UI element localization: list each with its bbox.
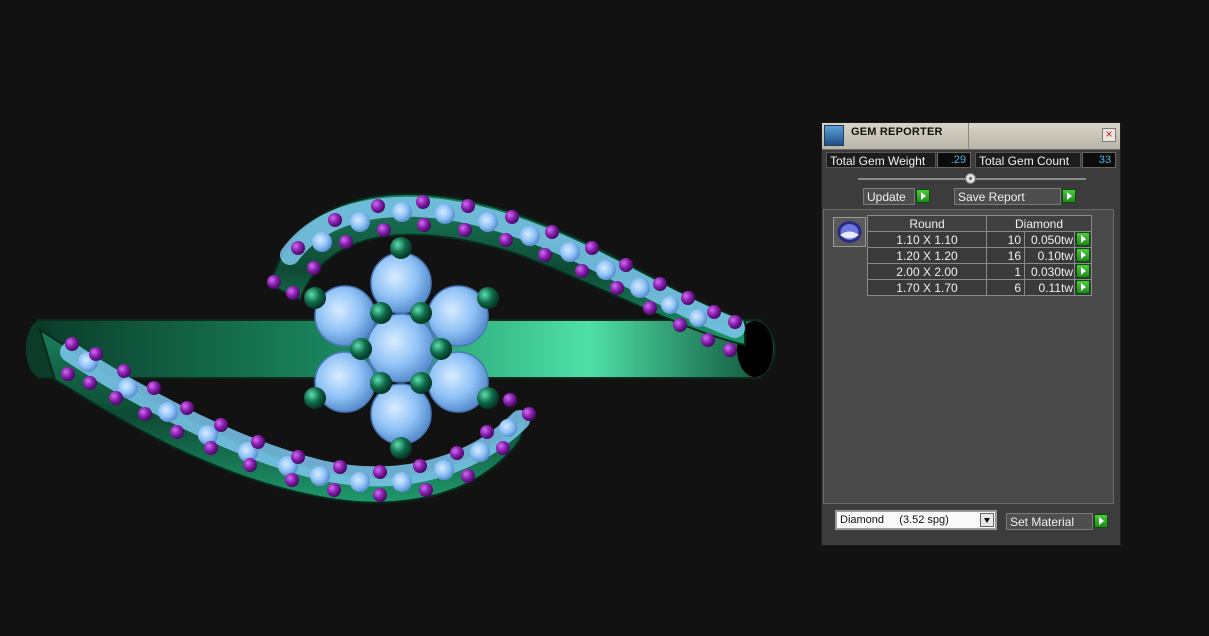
set-material-play-icon[interactable]: [1094, 514, 1108, 528]
total-gem-weight-label: Total Gem Weight: [826, 152, 936, 168]
total-gem-count-label: Total Gem Count: [975, 152, 1081, 168]
gem-list-area[interactable]: Round Diamond 1.10 X 1.10 10 0.050tw 1.2…: [823, 209, 1114, 504]
gem-reporter-icon: [824, 125, 844, 146]
table-row[interactable]: 1.20 X 1.20 16 0.10tw: [867, 247, 1092, 264]
set-material-button[interactable]: Set Material: [1006, 513, 1093, 530]
save-report-button[interactable]: Save Report: [954, 188, 1061, 205]
gem-weight-cell: 0.10tw: [1024, 247, 1075, 264]
row-play-icon[interactable]: [1076, 248, 1090, 262]
gem-weight-cell: 0.050tw: [1024, 231, 1075, 248]
gem-count-cell: 10: [986, 231, 1025, 248]
gem-size-cell: 1.20 X 1.20: [867, 247, 987, 264]
close-icon[interactable]: ×: [1102, 128, 1116, 142]
total-gem-count-value: 33: [1082, 152, 1116, 168]
row-play-icon[interactable]: [1076, 232, 1090, 246]
row-play-icon[interactable]: [1076, 280, 1090, 294]
table-header-row: Round Diamond: [867, 215, 1092, 232]
material-select[interactable]: Diamond (3.52 spg): [835, 510, 997, 530]
gem-table: Round Diamond 1.10 X 1.10 10 0.050tw 1.2…: [867, 215, 1092, 296]
gem-weight-cell: 0.030tw: [1024, 263, 1075, 280]
save-report-play-icon[interactable]: [1062, 189, 1076, 203]
gem-reporter-panel: GEM REPORTER × Total Gem Weight .29 Tota…: [821, 122, 1121, 546]
table-row[interactable]: 2.00 X 2.00 1 0.030tw: [867, 263, 1092, 280]
row-play-icon[interactable]: [1076, 264, 1090, 278]
gem-count-cell: 16: [986, 247, 1025, 264]
update-button[interactable]: Update: [863, 188, 915, 205]
column-header-shape: Round: [867, 215, 987, 232]
panel-titlebar[interactable]: GEM REPORTER ×: [822, 123, 1120, 150]
total-gem-weight-value: .29: [937, 152, 971, 168]
gem-weight-cell: 0.11tw: [1024, 279, 1075, 296]
gem-count-cell: 6: [986, 279, 1025, 296]
table-row[interactable]: 1.10 X 1.10 10 0.050tw: [867, 231, 1092, 248]
gem-size-cell: 1.10 X 1.10: [867, 231, 987, 248]
chevron-down-icon[interactable]: [980, 513, 994, 527]
update-play-icon[interactable]: [916, 189, 930, 203]
titlebar-divider: [968, 123, 969, 149]
panel-title: GEM REPORTER: [851, 126, 943, 138]
gem-count-cell: 1: [986, 263, 1025, 280]
material-select-value: Diamond (3.52 spg): [840, 514, 949, 526]
table-row[interactable]: 1.70 X 1.70 6 0.11tw: [867, 279, 1092, 296]
size-slider-knob[interactable]: [965, 173, 976, 184]
gem-size-cell: 2.00 X 2.00: [867, 263, 987, 280]
column-header-material: Diamond: [986, 215, 1092, 232]
diamond-gem-icon[interactable]: [833, 217, 866, 247]
gem-size-cell: 1.70 X 1.70: [867, 279, 987, 296]
